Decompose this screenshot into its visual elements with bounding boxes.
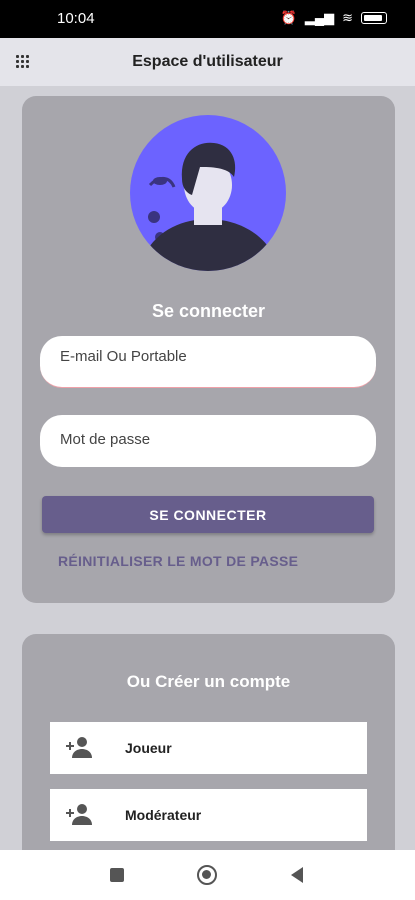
add-user-icon — [66, 737, 92, 758]
signal-icon: ▂▄▆ — [304, 10, 335, 25]
navigation-bar — [0, 850, 415, 900]
status-icons: ⏰ ▂▄▆ ≋ — [281, 10, 387, 26]
password-placeholder: Mot de passe — [60, 431, 151, 448]
email-placeholder: E-mail Ou Portable — [60, 348, 187, 365]
create-account-card: Ou Créer un compte Joueur Modérateur — [22, 634, 395, 864]
battery-icon — [361, 12, 387, 24]
avatar — [130, 115, 286, 271]
status-bar: 10:04 ⏰ ▂▄▆ ≋ — [0, 0, 415, 38]
reset-password-link[interactable]: RÉINITIALISER LE MOT DE PASSE — [58, 553, 298, 569]
option-label: Modérateur — [125, 807, 202, 823]
avatar-illustration — [130, 115, 286, 271]
wifi-icon: ≋ — [342, 10, 353, 25]
email-field[interactable]: E-mail Ou Portable — [40, 336, 376, 388]
option-label: Joueur — [125, 740, 172, 756]
alarm-off-icon: ⏰ — [280, 10, 297, 25]
back-icon[interactable] — [291, 867, 303, 883]
create-title: Ou Créer un compte — [126, 672, 291, 691]
home-icon[interactable] — [197, 865, 217, 885]
login-card: Se connecter E-mail Ou Portable Mot de p… — [22, 96, 395, 603]
status-time: 10:04 — [57, 10, 95, 27]
recents-icon[interactable] — [110, 868, 124, 882]
option-joueur[interactable]: Joueur — [50, 722, 367, 774]
add-user-icon — [66, 804, 92, 825]
app-bar: Espace d'utilisateur — [0, 38, 415, 86]
login-title: Se connecter — [151, 301, 266, 321]
option-moderateur[interactable]: Modérateur — [50, 789, 367, 841]
login-button[interactable]: SE CONNECTER — [42, 496, 374, 533]
password-field[interactable]: Mot de passe — [40, 415, 376, 467]
page-title: Espace d'utilisateur — [132, 53, 283, 70]
